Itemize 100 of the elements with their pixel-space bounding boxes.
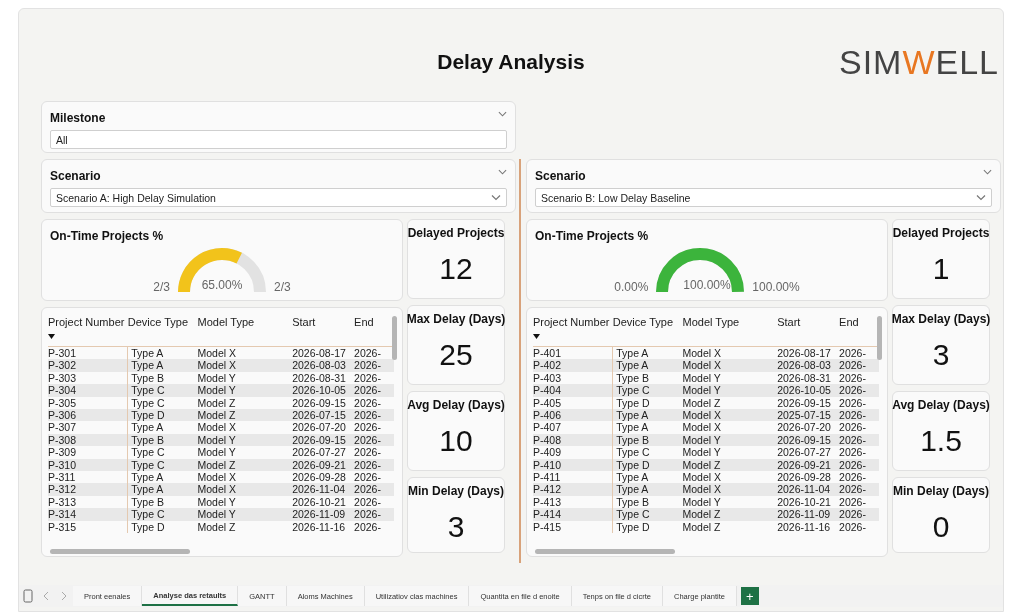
column-header[interactable]: Project Number: [48, 314, 128, 347]
phone-icon[interactable]: [22, 589, 34, 603]
table-cell: Type D: [612, 458, 683, 472]
table-cell: Model Y: [197, 384, 293, 397]
table-cell: 2026-: [354, 409, 394, 422]
table-cell: 2026-08-03: [777, 359, 840, 372]
table-cell: Type A: [127, 421, 198, 434]
chevron-down-icon[interactable]: [498, 111, 507, 117]
table-cell: 2026-: [839, 446, 879, 459]
table-cell: Model X: [197, 471, 293, 484]
table-cell: Type A: [612, 421, 683, 434]
table-cell: Model Y: [197, 433, 293, 447]
table-cell: P-302: [48, 359, 128, 372]
table-cell: Model Y: [682, 433, 778, 447]
kpi-label: Max Delay (Days): [891, 312, 991, 326]
table-cell: P-306: [48, 409, 128, 422]
table-cell: P-411: [533, 471, 613, 484]
column-header[interactable]: Model Type: [197, 314, 293, 347]
table-cell: Type B: [612, 433, 683, 447]
table-cell: Model X: [682, 359, 778, 372]
column-header[interactable]: Start: [292, 314, 355, 347]
table-cell: 2026-11-16: [292, 520, 355, 534]
table-cell: 2026-07-15: [292, 409, 355, 422]
chevron-down-icon[interactable]: [491, 194, 501, 201]
scrollbar-thumb[interactable]: [535, 549, 675, 554]
table-cell: Type D: [127, 520, 198, 534]
kpi-label: Min Delay (Days): [408, 484, 504, 498]
slicer-label: Scenario: [50, 169, 101, 183]
table-cell: 2026-: [354, 520, 394, 534]
slicer-label: Milestone: [50, 111, 106, 125]
table-cell: 2026-11-04: [292, 483, 355, 496]
table-cell: Type C: [612, 508, 683, 521]
gauge-min-label: 0.00%: [614, 280, 649, 296]
milestone-dropdown[interactable]: All: [50, 130, 507, 149]
table-cell: P-414: [533, 508, 613, 521]
table-cell: 2026-08-17: [292, 346, 355, 360]
table-cell: 2026-09-21: [292, 458, 355, 472]
table-cell: Model Z: [682, 458, 778, 472]
table-cell: P-308: [48, 433, 128, 447]
chevron-down-icon[interactable]: [983, 169, 992, 175]
column-header[interactable]: Project Number: [533, 314, 613, 347]
add-page-button[interactable]: +: [740, 587, 759, 605]
table-cell: 2026-09-15: [292, 396, 355, 410]
table-cell: 2026-09-15: [777, 396, 840, 410]
gauge-max-label: 100.00%: [752, 280, 800, 296]
table-cell: Type B: [127, 433, 198, 447]
kpi-label: Max Delay (Days): [406, 312, 506, 326]
table-cell: Type A: [612, 359, 683, 372]
table-cell: Model X: [197, 483, 293, 496]
column-header[interactable]: Start: [777, 314, 840, 347]
scrollbar-thumb[interactable]: [877, 316, 882, 360]
table-cell: 2026-09-15: [777, 433, 840, 447]
table-cell: P-408: [533, 433, 613, 447]
chevron-down-icon[interactable]: [976, 194, 986, 201]
table-cell: 2026-: [354, 458, 394, 472]
table-cell: Model X: [682, 409, 778, 422]
scrollbar-thumb[interactable]: [50, 549, 190, 554]
column-header[interactable]: Device Type: [612, 314, 683, 347]
table-cell: 2026-: [839, 421, 879, 434]
table-cell: Model Z: [197, 458, 293, 472]
table-cell: 2025-07-15: [777, 409, 840, 422]
table-cell: Type C: [127, 384, 198, 397]
chevron-down-icon[interactable]: [498, 169, 507, 175]
kpi-label: Avg Delay (Days): [407, 398, 505, 412]
table-cell: P-310: [48, 458, 128, 472]
table-cell: Model Y: [197, 371, 293, 385]
table-cell: 2026-: [354, 396, 394, 410]
column-header[interactable]: Device Type: [127, 314, 198, 347]
table-cell: Type C: [127, 458, 198, 472]
table-cell: 2026-11-09: [292, 508, 355, 521]
kpi-value: 0: [932, 510, 950, 544]
slicer-label: Scenario: [535, 169, 586, 183]
column-header[interactable]: Model Type: [682, 314, 778, 347]
table-cell: 2026-: [354, 421, 394, 434]
table-cell: 2026-10-05: [292, 384, 355, 397]
table-cell: 2026-11-04: [777, 483, 840, 496]
table-cell: Type D: [612, 520, 683, 534]
table-cell: P-305: [48, 396, 128, 410]
kpi-label: Avg Delay (Days): [892, 398, 990, 412]
table-cell: 2026-10-21: [777, 495, 840, 509]
sort-icon[interactable]: [48, 334, 55, 339]
table-cell: Model Z: [197, 409, 293, 422]
kpi-label: Delayed Projects: [892, 226, 990, 240]
table-cell: Type C: [612, 446, 683, 459]
table-cell: P-301: [48, 346, 128, 360]
table-cell: P-303: [48, 371, 128, 385]
table-cell: Model X: [682, 471, 778, 484]
scrollbar-thumb[interactable]: [392, 316, 397, 360]
table-cell: Model Y: [682, 371, 778, 385]
table-cell: P-404: [533, 384, 613, 397]
scenario-dropdown[interactable]: Scenario A: High Delay Simulation: [50, 188, 507, 207]
table-cell: 2026-: [354, 508, 394, 521]
sort-icon[interactable]: [533, 334, 540, 339]
table-cell: 2026-: [839, 433, 879, 447]
table-cell: P-307: [48, 421, 128, 434]
table-cell: 2026-08-31: [292, 371, 355, 385]
table-cell: P-406: [533, 409, 613, 422]
scenario-dropdown[interactable]: Scenario B: Low Delay Baseline: [535, 188, 992, 207]
table-cell: P-412: [533, 483, 613, 496]
table-cell: 2026-09-28: [292, 471, 355, 484]
